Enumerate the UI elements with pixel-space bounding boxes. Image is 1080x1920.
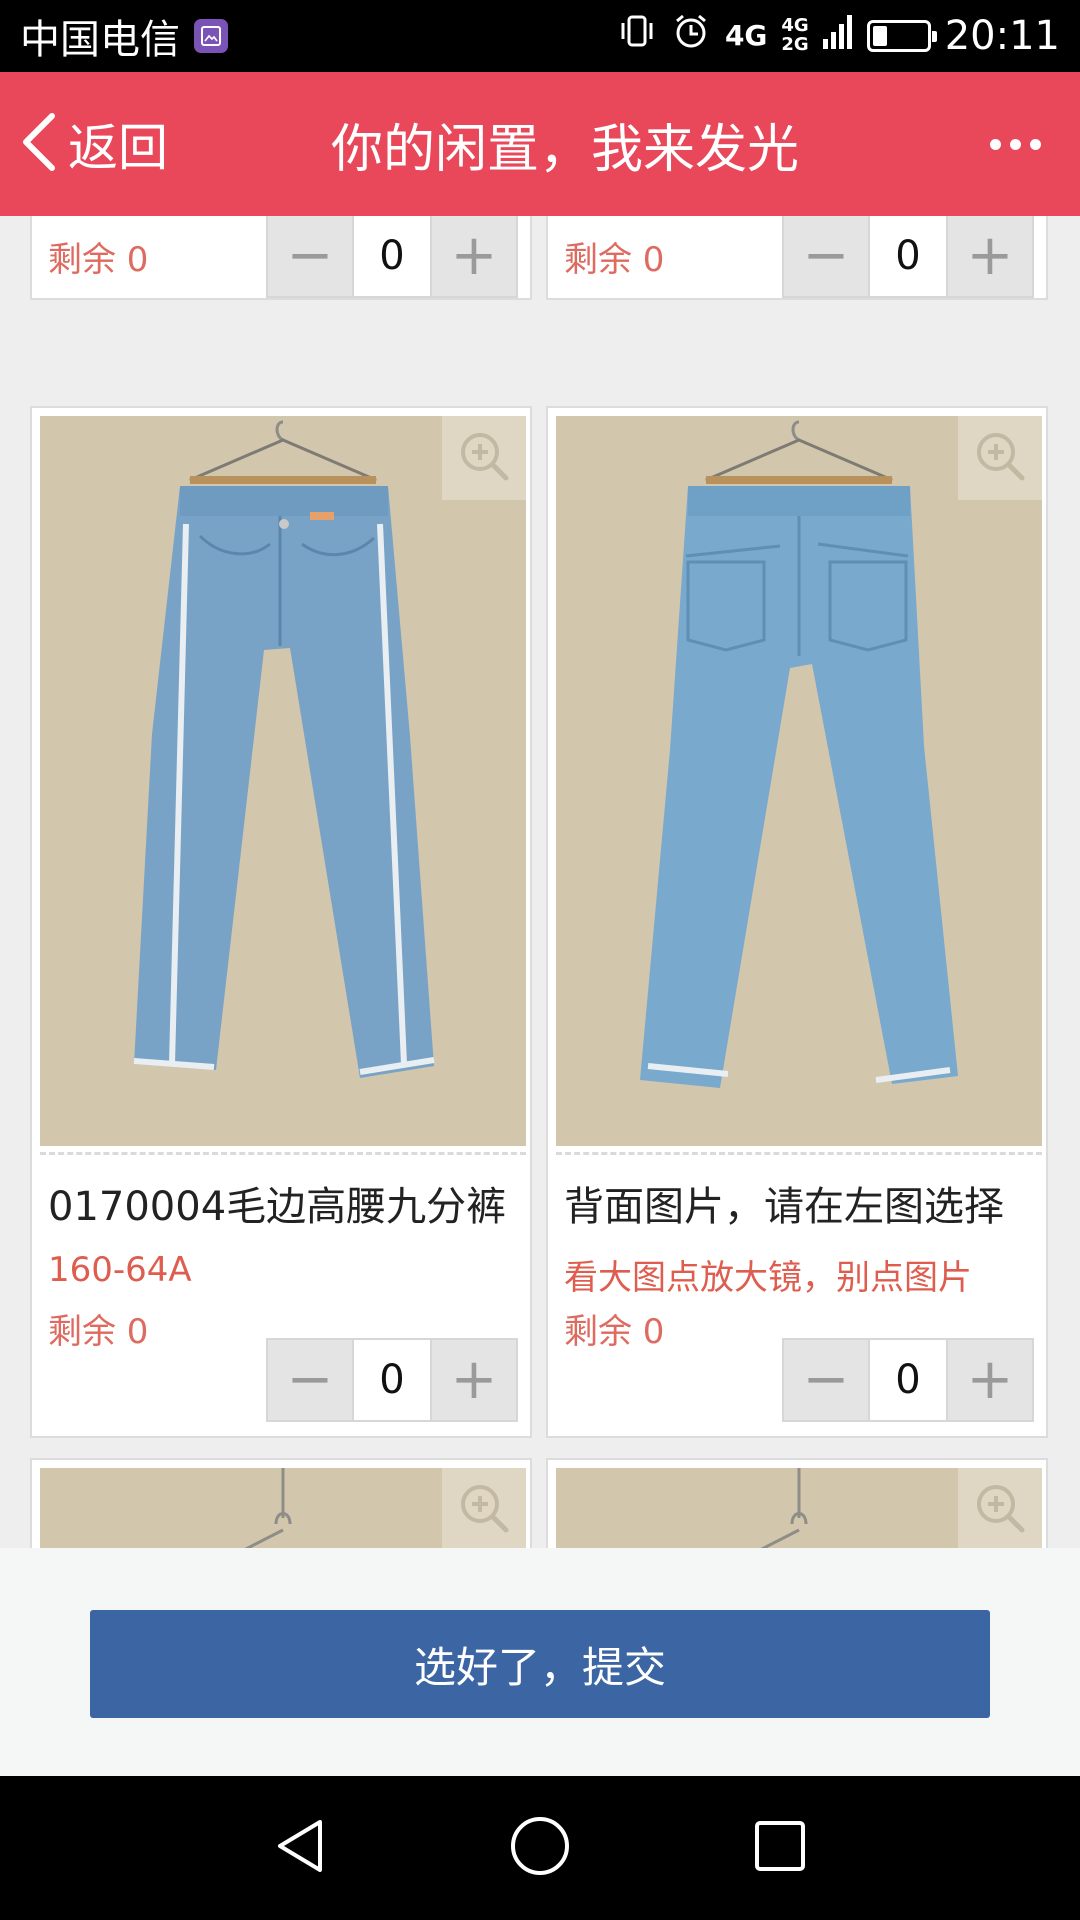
jeans-front-illustration xyxy=(40,416,526,1146)
quantity-value[interactable]: 0 xyxy=(868,216,948,296)
quantity-stepper: − 0 + xyxy=(782,216,1034,298)
stock-label: 剩余 0 xyxy=(48,1312,149,1352)
status-bar: 中国电信 4G 4G 2G 20:11 xyxy=(0,0,1080,72)
chevron-left-icon xyxy=(18,112,62,176)
more-options-button[interactable] xyxy=(950,72,1080,216)
carrier-label: 中国电信 xyxy=(20,17,180,63)
jeans-back-illustration xyxy=(556,416,1042,1146)
submit-button[interactable]: 选好了，提交 xyxy=(90,1610,990,1718)
quantity-stepper: − 0 + xyxy=(266,216,518,298)
product-card: 背面图片，请在左图选择 看大图点放大镜，别点图片 剩余 0 − 0 + xyxy=(546,406,1048,1438)
nav-recent-button[interactable] xyxy=(745,1813,815,1883)
product-spec: 看大图点放大镜，别点图片 xyxy=(564,1258,972,1298)
quantity-stepper: − 0 + xyxy=(782,1338,1034,1422)
product-image[interactable] xyxy=(556,1468,1042,1548)
zoom-button[interactable] xyxy=(442,416,526,500)
product-spec: 160-64A xyxy=(48,1250,192,1290)
product-image[interactable] xyxy=(40,1468,526,1548)
increment-button[interactable]: + xyxy=(948,1340,1032,1420)
alarm-icon xyxy=(671,11,711,61)
battery-icon xyxy=(866,20,937,52)
product-card-partial: 剩余 0 − 0 + xyxy=(546,216,1048,300)
clock-time: 20:11 xyxy=(944,13,1060,59)
product-card-partial xyxy=(30,1458,532,1548)
zoom-in-icon xyxy=(972,1480,1028,1540)
decrement-button[interactable]: − xyxy=(784,1340,868,1420)
zoom-button[interactable] xyxy=(958,416,1042,500)
decrement-button[interactable]: − xyxy=(268,216,352,296)
divider xyxy=(556,1152,1042,1155)
decrement-button[interactable]: − xyxy=(784,216,868,296)
nav-back-button[interactable] xyxy=(265,1813,335,1883)
zoom-in-icon xyxy=(456,1480,512,1540)
increment-button[interactable]: + xyxy=(432,1340,516,1420)
zoom-button[interactable] xyxy=(442,1468,526,1548)
quantity-value[interactable]: 0 xyxy=(352,216,432,296)
zoom-button[interactable] xyxy=(958,1468,1042,1548)
quantity-stepper: − 0 + xyxy=(266,1338,518,1422)
stock-label: 剩余 0 xyxy=(48,240,149,280)
product-card: 0170004毛边高腰九分裤 160-64A 剩余 0 − 0 + xyxy=(30,406,532,1438)
product-card-partial xyxy=(546,1458,1048,1548)
vibrate-icon xyxy=(617,11,657,61)
signal-icon xyxy=(822,13,853,59)
increment-button[interactable]: + xyxy=(948,216,1032,296)
product-title: 背面图片，请在左图选择 xyxy=(564,1184,1004,1230)
nav-home-button[interactable] xyxy=(505,1813,575,1883)
stock-label: 剩余 0 xyxy=(564,240,665,280)
stock-label: 剩余 0 xyxy=(564,1312,665,1352)
zoom-in-icon xyxy=(972,428,1028,488)
product-image[interactable] xyxy=(556,416,1042,1146)
nav-back-icon xyxy=(272,1816,328,1880)
more-dots-icon xyxy=(989,138,1001,150)
product-image[interactable] xyxy=(40,416,526,1146)
divider xyxy=(40,1152,526,1155)
increment-button[interactable]: + xyxy=(432,216,516,296)
system-nav-bar xyxy=(0,1776,1080,1920)
nav-home-icon xyxy=(509,1815,571,1881)
network-dual-label: 4G 2G xyxy=(781,15,809,55)
product-grid[interactable]: 剩余 0 − 0 + 剩余 0 − 0 + 0170004毛边高腰九分裤 160… xyxy=(0,216,1080,1548)
quantity-value[interactable]: 0 xyxy=(868,1340,948,1420)
app-header: 返回 你的闲置，我来发光 xyxy=(0,72,1080,216)
back-label: 返回 xyxy=(68,119,168,177)
network-4g-label: 4G xyxy=(724,19,768,52)
nav-recent-icon xyxy=(753,1819,807,1877)
gallery-notification-icon xyxy=(194,19,228,53)
product-card-partial: 剩余 0 − 0 + xyxy=(30,216,532,300)
product-title: 0170004毛边高腰九分裤 xyxy=(48,1184,507,1230)
zoom-in-icon xyxy=(456,428,512,488)
quantity-value[interactable]: 0 xyxy=(352,1340,432,1420)
page-title: 你的闲置，我来发光 xyxy=(330,119,799,180)
footer: 选好了，提交 xyxy=(0,1548,1080,1776)
decrement-button[interactable]: − xyxy=(268,1340,352,1420)
